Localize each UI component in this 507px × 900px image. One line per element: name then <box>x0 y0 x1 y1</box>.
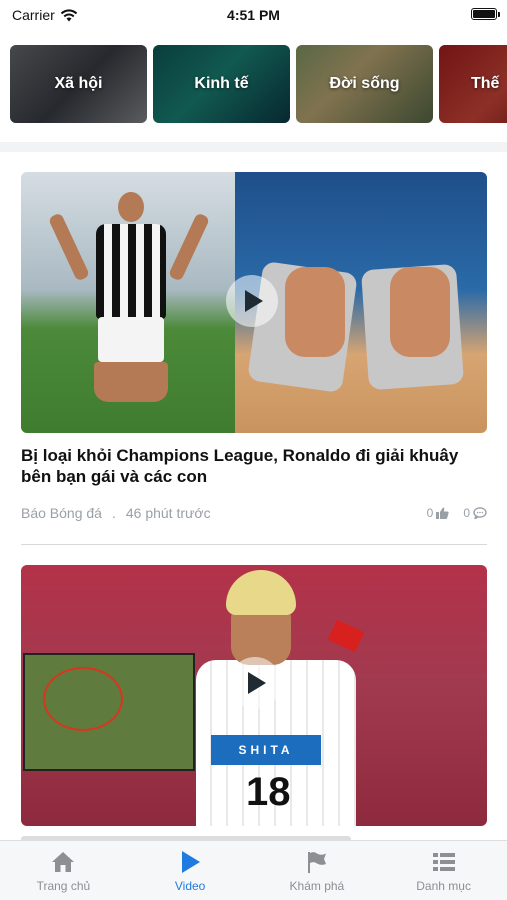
status-time: 4:51 PM <box>227 7 280 23</box>
battery-icon <box>471 8 500 20</box>
play-icon <box>177 850 203 874</box>
play-icon <box>248 672 266 694</box>
tab-label: Danh mục <box>416 879 471 893</box>
play-button[interactable] <box>229 657 281 709</box>
article-meta: Báo Bóng đá . 46 phút trước 0 0 <box>21 503 487 523</box>
category-card-xa-hoi[interactable]: Xã hội <box>10 45 147 123</box>
comment-count[interactable]: 0 <box>463 506 487 520</box>
thumbs-up-icon <box>436 507 449 519</box>
comment-count-value: 0 <box>463 506 470 520</box>
article-card[interactable]: SHITA 18 <box>21 565 487 826</box>
article-time: 46 phút trước <box>125 505 211 521</box>
article-stats: 0 0 <box>427 506 487 520</box>
inset-replay-clip <box>23 653 195 771</box>
player-figure: SHITA 18 <box>191 565 391 826</box>
jersey-number: 18 <box>246 770 291 814</box>
article-title[interactable]: Bị loại khỏi Champions League, Ronaldo đ… <box>21 445 487 487</box>
play-button[interactable] <box>226 275 278 327</box>
like-count[interactable]: 0 <box>427 506 450 520</box>
video-thumbnail[interactable]: SHITA 18 <box>21 565 487 826</box>
tab-label: Khám phá <box>289 879 345 893</box>
tab-explore[interactable]: Khám phá <box>254 841 381 900</box>
meta-separator-dot: . <box>111 505 116 521</box>
article-card[interactable]: Bị loại khỏi Champions League, Ronaldo đ… <box>21 172 487 523</box>
tab-label: Video <box>174 879 206 893</box>
category-label: Kinh tế <box>194 75 249 92</box>
tab-home[interactable]: Trang chủ <box>0 841 127 900</box>
comment-icon <box>473 507 487 519</box>
category-card-the[interactable]: Thế <box>439 45 507 123</box>
list-icon <box>431 850 457 874</box>
home-icon <box>50 850 76 874</box>
category-label: Thế <box>471 75 500 92</box>
player-figure <box>47 192 211 412</box>
article-source[interactable]: Báo Bóng đá <box>21 505 102 521</box>
status-bar: Carrier 4:51 PM <box>0 0 507 30</box>
category-label: Xã hội <box>54 75 103 92</box>
category-strip[interactable]: Xã hội Kinh tế Đời sống Thế <box>10 45 507 123</box>
tab-video[interactable]: Video <box>127 841 254 900</box>
tab-categories[interactable]: Danh mục <box>380 841 507 900</box>
article-separator <box>21 544 487 545</box>
category-label: Đời sống <box>329 75 400 92</box>
category-card-kinh-te[interactable]: Kinh tế <box>153 45 290 123</box>
tab-bar: Trang chủ Video Khám phá Danh mục <box>0 840 507 900</box>
section-divider <box>0 142 507 152</box>
jersey-sponsor-text: SHITA <box>211 735 321 765</box>
flag-icon <box>304 850 330 874</box>
video-thumbnail[interactable] <box>21 172 487 433</box>
tab-label: Trang chủ <box>36 879 91 893</box>
like-count-value: 0 <box>426 506 434 520</box>
play-icon <box>245 290 263 312</box>
thumbnail-left-image <box>21 172 235 433</box>
category-card-doi-song[interactable]: Đời sống <box>296 45 433 123</box>
